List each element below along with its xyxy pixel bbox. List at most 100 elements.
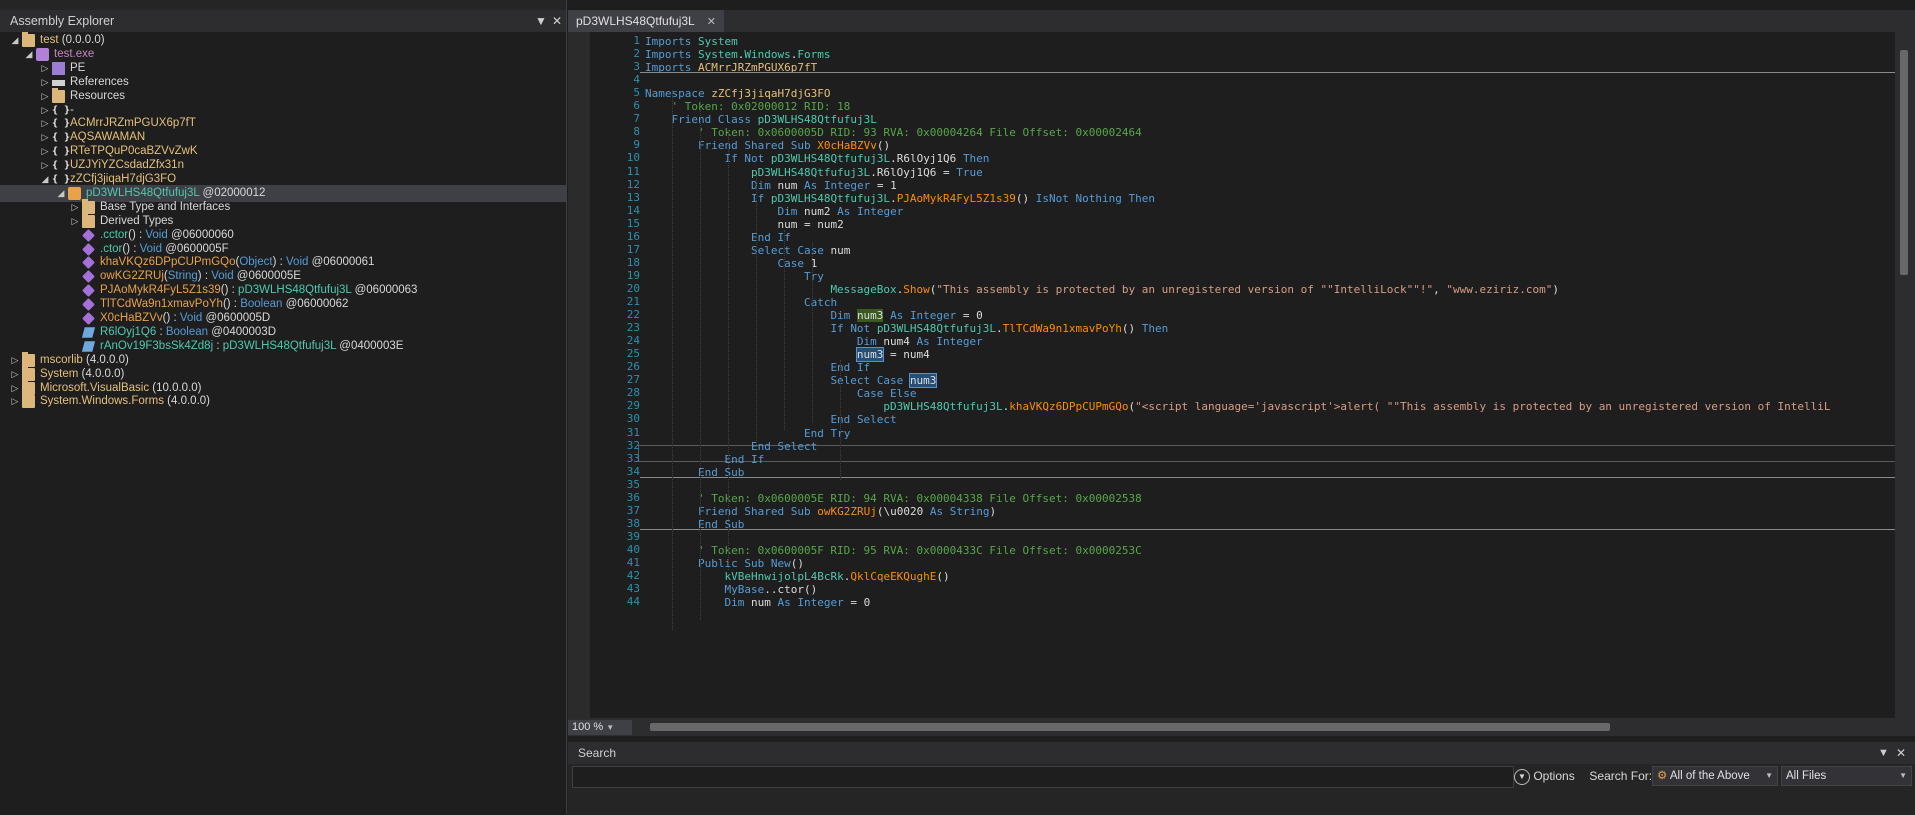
tree-node-text: TlTCdWa9n1xmavPoYh (100, 298, 223, 311)
tree-node-text: .ctor (100, 242, 123, 255)
tree-node-text: ACMrrJRZmPGUX6p7fT (70, 117, 196, 130)
tree-node-text: Void (286, 256, 309, 269)
tree-node-text: () : (220, 284, 239, 297)
tree-node-label: System.Windows.Forms (4.0.0.0) (40, 393, 210, 410)
code-token: Integer (856, 204, 904, 218)
code-token: num3 (856, 309, 884, 323)
editor-tab-bar (568, 10, 1915, 32)
code-token: New (770, 557, 791, 570)
file-scope-dropdown[interactable]: All Files ▼ (1781, 766, 1912, 786)
close-icon[interactable]: ✕ (1896, 742, 1906, 764)
code-token: num (830, 243, 851, 257)
search-panel-title: Search (578, 746, 617, 760)
search-panel-header: Search ▼ ✕ (568, 742, 1915, 764)
vertical-scroll-thumb[interactable] (1900, 50, 1908, 275)
code-token: Sub (744, 557, 765, 570)
code-token: pD3WLHS48Qtfufuj3L (883, 400, 1003, 414)
search-for-dropdown[interactable]: ⚙ All of the Above ▼ (1652, 766, 1778, 786)
search-for-label: Search For: (1589, 769, 1653, 783)
line-number: 22 (626, 308, 640, 322)
references-icon (52, 79, 65, 86)
options-button[interactable]: Options (1533, 769, 1574, 783)
expand-arrow-icon[interactable]: ▷ (10, 393, 20, 410)
code-line[interactable]: Imports ACMrrJRZmPGUX6p7fT (645, 60, 817, 76)
tree-node-text: @0400003E (336, 339, 404, 352)
tree-node-text: Derived Types (100, 214, 174, 227)
code-token: 0 (863, 596, 871, 610)
tree-node-text: owKG2ZRUj (100, 270, 164, 283)
code-token: End (803, 426, 824, 440)
zoom-level-select[interactable]: 100 % ▼ (568, 720, 632, 735)
code-token: num4 (883, 335, 910, 349)
line-number: 6 (633, 99, 640, 113)
code-line[interactable]: End Sub (645, 517, 744, 533)
options-expand-icon[interactable]: ▼ (1514, 768, 1530, 785)
code-token: R6lOyj1Q6 (876, 165, 937, 179)
tree-node-text: ) : (197, 270, 212, 283)
line-number: 13 (626, 190, 640, 204)
code-token: Public (697, 557, 738, 570)
tab-pD3WLHS48Qtfufuj3L[interactable]: pD3WLHS48Qtfufuj3L ✕ (568, 10, 724, 32)
search-input[interactable] (572, 766, 1514, 788)
tree-node[interactable]: ▷ System.Windows.Forms (4.0.0.0) (0, 393, 566, 410)
code-token: IsNot (1035, 191, 1069, 205)
horizontal-scroll-thumb[interactable] (650, 723, 1610, 731)
tree-node-text: Boolean (165, 325, 209, 338)
tree-node-text: () : (162, 312, 180, 324)
code-token: If (750, 191, 765, 205)
indent-guide (784, 230, 785, 430)
tree-node-text: RTeTPQuP0caBZVvZwK (70, 145, 198, 158)
line-number: 43 (626, 582, 640, 596)
line-number: 1 (633, 34, 640, 47)
code-token: End (750, 439, 771, 453)
code-token: num (777, 217, 798, 231)
panel-menu-chevron-icon[interactable]: ▼ (1878, 742, 1889, 764)
tree-node-text: (4.0.0.0) (78, 367, 125, 380)
tree-node-text: (4.0.0.0) (163, 395, 210, 408)
indent-guide (672, 90, 673, 630)
line-number: 26 (626, 360, 640, 374)
code-token: pD3WLHS48Qtfufuj3L (770, 191, 891, 205)
code-token: Not (744, 152, 765, 166)
code-token: Case (797, 243, 824, 257)
code-token: As (777, 596, 791, 610)
code-token: Dim (724, 596, 745, 610)
code-token: khaVKQz6DPpCUPmGQo (1009, 400, 1129, 414)
assembly-icon (22, 393, 35, 409)
line-number: 36 (626, 490, 640, 504)
tree-node-text: Boolean (240, 298, 283, 311)
tree-node-text: @06000062 (282, 298, 349, 311)
code-token: owKG2ZRUj (817, 504, 877, 518)
tree-node-text: (0.0.0.0) (58, 34, 105, 46)
line-number: 15 (626, 216, 640, 230)
code-token: "<script language='javascript'>alert( ""… (1135, 400, 1831, 414)
code-token: Dim (750, 178, 771, 192)
code-line[interactable]: Dim num As Integer = 0 (645, 595, 870, 611)
search-scope-icon: ⚙ (1657, 770, 1668, 782)
code-line[interactable]: End Sub (645, 465, 744, 481)
tree-node-text: test.exe (54, 47, 95, 60)
tree-node-text: System.Windows.Forms (40, 395, 164, 408)
code-token: pD3WLHS48Qtfufuj3L (770, 152, 891, 166)
code-token: kVBeHnwijolpL4BcRk (724, 570, 844, 584)
close-icon[interactable]: ✕ (548, 10, 566, 32)
field-icon (81, 341, 96, 352)
line-number: 9 (633, 138, 640, 152)
current-line-highlight (638, 445, 1896, 462)
code-token: Case (856, 387, 884, 401)
line-number: 3 (633, 60, 640, 74)
code-token: Show (903, 282, 930, 296)
tree-node-text: Resources (70, 89, 125, 102)
indent-guide (812, 243, 813, 423)
code-token: If (724, 152, 738, 166)
code-token: num (777, 178, 798, 192)
tree-node-text: @06000063 (351, 284, 418, 297)
indent-guide (840, 360, 841, 480)
method-separator (640, 72, 1895, 74)
line-number: 37 (626, 503, 640, 517)
code-token: Dim (777, 204, 798, 218)
tab-close-icon[interactable]: ✕ (707, 16, 716, 28)
tree-node-text: : (213, 339, 223, 352)
line-number: 5 (633, 86, 640, 100)
code-token: If (856, 361, 871, 375)
